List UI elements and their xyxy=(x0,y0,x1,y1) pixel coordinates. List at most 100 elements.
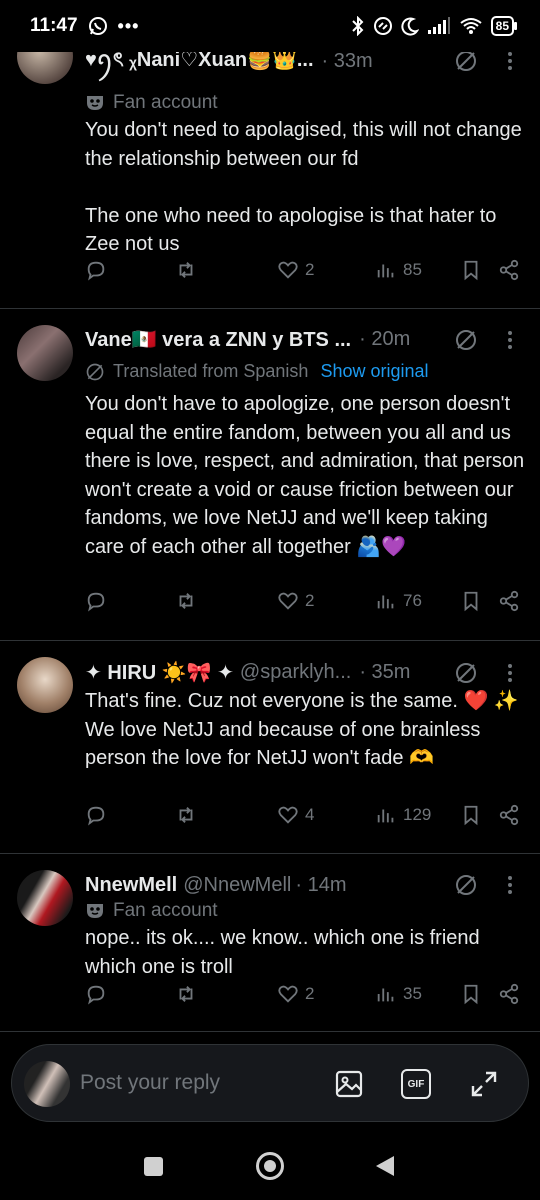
status-time: 11:47 xyxy=(30,15,78,36)
author-handle[interactable]: @sparklyh... xyxy=(240,661,351,684)
more-options-icon[interactable] xyxy=(500,328,520,352)
show-original-link[interactable]: Show original xyxy=(320,361,428,382)
gif-button[interactable]: GIF xyxy=(401,1069,431,1099)
tweet-text: You don't need to apolagised, this will … xyxy=(85,119,522,255)
retweet-button[interactable] xyxy=(175,983,197,1005)
reply-icon xyxy=(87,592,105,612)
share-icon xyxy=(499,590,519,612)
tweet-2[interactable]: Vane🇲🇽 vera a ZNN y BTS ... · 20m Transl… xyxy=(0,309,540,641)
like-button[interactable]: 2 xyxy=(277,590,314,612)
views-button[interactable]: 129 xyxy=(375,804,431,826)
views-icon xyxy=(377,809,394,823)
translate-icon xyxy=(86,363,104,380)
tweet-header: ✦ HIRU ☀️🎀 ✦ @sparklyh... · 35m xyxy=(85,660,520,685)
tweet-3[interactable]: ✦ HIRU ☀️🎀 ✦ @sparklyh... · 35m That's f… xyxy=(0,641,540,854)
like-button[interactable]: 2 xyxy=(277,983,314,1005)
timestamp[interactable]: · 35m xyxy=(359,661,410,684)
heart-icon xyxy=(278,261,298,279)
system-nav-bar xyxy=(0,1135,540,1200)
bluetooth-icon xyxy=(351,16,364,36)
signal-icon xyxy=(427,17,450,34)
timestamp[interactable]: · 33m xyxy=(322,50,373,73)
bookmark-icon xyxy=(464,591,478,612)
fan-account-text: Fan account xyxy=(113,92,218,113)
fan-account-text: Fan account xyxy=(113,900,218,921)
timestamp[interactable]: · 20m xyxy=(359,328,410,351)
avatar[interactable] xyxy=(17,870,73,926)
grok-icon[interactable] xyxy=(454,328,478,352)
reply-icon xyxy=(87,806,105,826)
avatar[interactable] xyxy=(17,325,73,381)
share-button[interactable] xyxy=(498,804,520,826)
tweet-4[interactable]: NnewMell @NnewMell · 14m Fan account nop… xyxy=(0,854,540,1032)
like-count: 2 xyxy=(305,984,315,1003)
expand-icon[interactable] xyxy=(469,1069,499,1099)
view-count: 35 xyxy=(403,984,422,1003)
home-dot xyxy=(264,1160,276,1172)
tweet-text: nope.. its ok.... we know.. which one is… xyxy=(85,927,486,978)
bookmark-button[interactable] xyxy=(460,983,482,1005)
views-icon xyxy=(377,264,394,278)
grok-icon[interactable] xyxy=(454,661,478,685)
views-icon xyxy=(377,988,394,1002)
retweet-icon xyxy=(179,986,193,1002)
fan-account-label: Fan account xyxy=(85,900,218,922)
mask-icon xyxy=(87,904,103,918)
share-button[interactable] xyxy=(498,590,520,612)
timestamp[interactable]: · 14m xyxy=(295,874,346,897)
mask-icon xyxy=(87,96,103,110)
view-count: 129 xyxy=(403,805,432,824)
share-icon xyxy=(499,259,519,281)
more-options-icon[interactable] xyxy=(500,49,520,73)
reply-composer[interactable]: Post your reply GIF xyxy=(11,1044,529,1122)
translated-label: Translated from Spanish xyxy=(113,361,309,381)
reply-button[interactable] xyxy=(85,590,107,612)
views-button[interactable]: 76 xyxy=(375,590,422,612)
recents-button[interactable] xyxy=(144,1157,163,1176)
user-avatar[interactable] xyxy=(24,1061,70,1107)
more-options-icon[interactable] xyxy=(500,873,520,897)
home-button[interactable] xyxy=(256,1152,284,1180)
status-bar: 11:47 ••• 85 xyxy=(0,0,540,52)
retweet-button[interactable] xyxy=(175,259,197,281)
author-name[interactable]: ✦ HIRU ☀️🎀 ✦ xyxy=(85,660,234,685)
reply-button[interactable] xyxy=(85,259,107,281)
retweet-button[interactable] xyxy=(175,804,197,826)
views-button[interactable]: 85 xyxy=(375,259,422,281)
wifi-icon xyxy=(460,18,482,34)
like-button[interactable]: 2 xyxy=(277,259,314,281)
bookmark-button[interactable] xyxy=(460,590,482,612)
tweet-header: Vane🇲🇽 vera a ZNN y BTS ... · 20m xyxy=(85,327,520,352)
author-name[interactable]: Vane🇲🇽 vera a ZNN y BTS ... xyxy=(85,327,351,352)
reply-input[interactable]: Post your reply xyxy=(80,1071,220,1095)
share-icon xyxy=(499,983,519,1005)
back-button[interactable] xyxy=(374,1154,396,1178)
reply-button[interactable] xyxy=(85,983,107,1005)
heart-icon xyxy=(278,806,298,824)
bookmark-icon xyxy=(464,805,478,826)
retweet-icon xyxy=(179,807,193,823)
bookmark-button[interactable] xyxy=(460,259,482,281)
more-options-icon[interactable] xyxy=(500,661,520,685)
tweet-1[interactable]: ♥︎ꪆৎ ᵪNani♡Xuan🍔👑... · 33m Fan account Y… xyxy=(0,20,540,309)
avatar[interactable] xyxy=(17,657,73,713)
share-icon xyxy=(499,804,519,826)
views-button[interactable]: 35 xyxy=(375,983,422,1005)
retweet-button[interactable] xyxy=(175,590,197,612)
fan-account-label: Fan account xyxy=(85,92,218,114)
share-button[interactable] xyxy=(498,983,520,1005)
like-button[interactable]: 4 xyxy=(277,804,314,826)
bookmark-button[interactable] xyxy=(460,804,482,826)
image-icon[interactable] xyxy=(334,1069,364,1099)
heart-icon xyxy=(278,985,298,1003)
grok-icon[interactable] xyxy=(454,873,478,897)
translation-bar: Translated from Spanish Show original xyxy=(85,361,429,382)
tweet-text: That's fine. Cuz not everyone is the sam… xyxy=(85,690,525,769)
grok-icon[interactable] xyxy=(454,49,478,73)
like-count: 2 xyxy=(305,591,315,610)
reply-button[interactable] xyxy=(85,804,107,826)
author-handle[interactable]: @NnewMell xyxy=(183,874,291,897)
heart-icon xyxy=(278,592,298,610)
author-name[interactable]: NnewMell xyxy=(85,874,177,897)
share-button[interactable] xyxy=(498,259,520,281)
